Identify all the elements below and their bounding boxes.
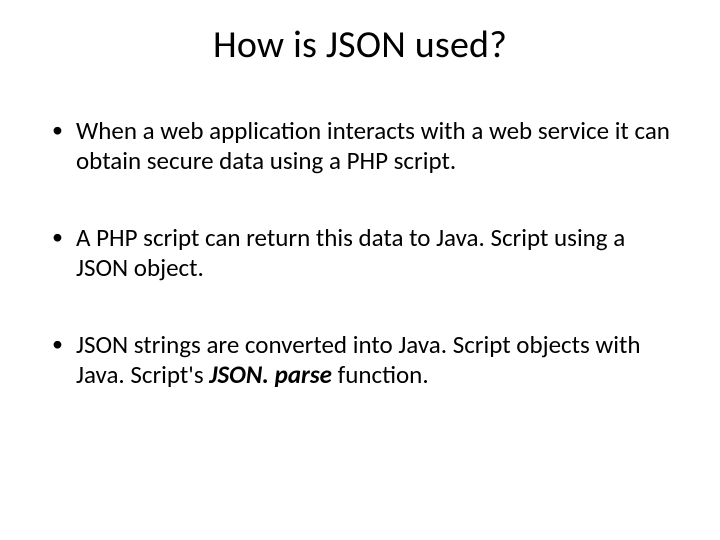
list-item: A PHP script can return this data to Jav… [48, 223, 672, 282]
list-item: When a web application interacts with a … [48, 116, 672, 175]
bullet-text-suffix: function. [332, 359, 429, 390]
list-item: JSON strings are converted into Java. Sc… [48, 330, 672, 389]
bullet-text: A PHP script can return this data to Jav… [76, 222, 625, 283]
bullet-text-bold: JSON. parse [209, 359, 332, 390]
bullet-text: When a web application interacts with a … [76, 115, 670, 176]
bullet-list: When a web application interacts with a … [48, 116, 672, 389]
slide-title: How is JSON used? [48, 22, 672, 68]
slide: How is JSON used? When a web application… [0, 0, 720, 540]
